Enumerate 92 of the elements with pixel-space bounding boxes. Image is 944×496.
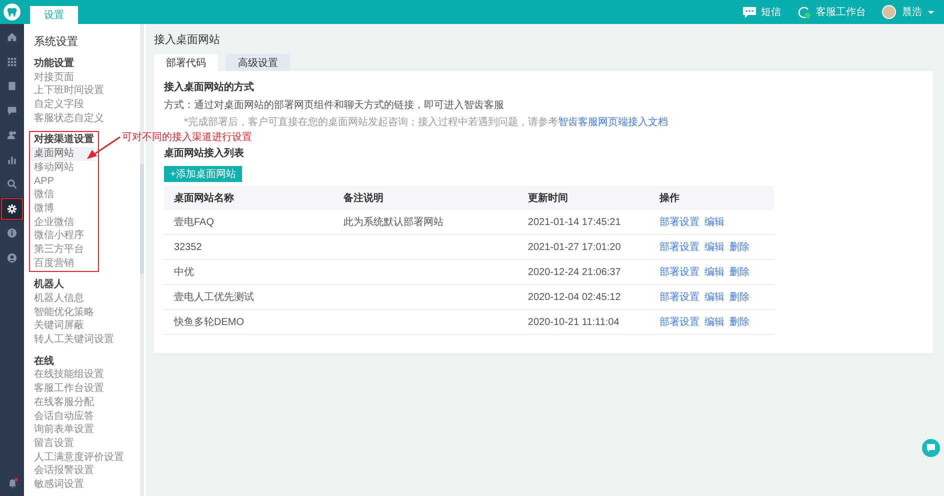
action-link[interactable]: 编辑 <box>704 265 725 279</box>
menu-item[interactable]: 桌面网站 <box>30 147 94 161</box>
bar-chart-icon <box>7 154 17 165</box>
action-link[interactable]: 部署设置 <box>660 315 700 329</box>
menu-item[interactable]: 自定义字段 <box>30 98 137 112</box>
menu-item[interactable]: 对接页面 <box>30 70 137 84</box>
group-title: 对接渠道设置 <box>32 133 94 148</box>
column-header: 操作 <box>650 186 774 210</box>
table-cell: 2020-12-24 21:06:37 <box>528 266 621 278</box>
home-icon <box>7 32 17 42</box>
menu-item[interactable]: 在线客服分配 <box>30 396 137 410</box>
menu-item[interactable]: 机器人信息 <box>30 292 137 306</box>
sidebar-title: 系统设置 <box>33 34 79 50</box>
menu-item[interactable]: 敏感词设置 <box>30 478 137 492</box>
header-link[interactable]: 短信 <box>761 5 781 19</box>
info-icon <box>7 228 17 238</box>
menu-item[interactable]: 微信小程序 <box>30 229 94 243</box>
menu-item[interactable]: 会话报警设置 <box>30 464 137 478</box>
table-cell: 2020-12-04 02:45:12 <box>528 292 621 302</box>
header-link[interactable]: 客服工作台 <box>816 5 866 19</box>
chat-icon <box>7 106 17 116</box>
action-link[interactable]: 编辑 <box>704 290 725 304</box>
nav-tab[interactable]: 设置 <box>30 6 78 24</box>
menu-item[interactable]: 微博 <box>30 202 94 216</box>
action-link[interactable]: 部署设置 <box>660 290 700 304</box>
description-text: 方式：通过对桌面网站的部署网页组件和聊天方式的链接，即可进入智齿客服 <box>164 99 505 112</box>
table-cell: 壹电FAQ <box>174 217 214 228</box>
table-cell: 2020-10-21 11:11:04 <box>528 316 620 328</box>
table-cell: 32352 <box>174 242 202 252</box>
action-link[interactable]: 删除 <box>730 290 750 304</box>
page-title: 接入桌面网站 <box>154 32 221 48</box>
table-cell: 快鱼多轮DEMO <box>174 317 244 328</box>
menu-item[interactable]: 移动网站 <box>30 160 94 174</box>
group-title: 机器人 <box>32 278 65 292</box>
group-title: 功能设置 <box>33 57 75 71</box>
menu-item[interactable]: 转人工关键词设置 <box>30 333 137 347</box>
action-link[interactable]: 编辑 <box>704 215 725 229</box>
menu-item[interactable]: 人工满意度评价设置 <box>30 450 137 464</box>
table-cell: 2021-01-14 17:45:21 <box>528 216 621 228</box>
menu-item[interactable]: 上下班时间设置 <box>30 84 137 98</box>
search-icon <box>7 179 17 190</box>
section-title: 桌面网站接入列表 <box>164 147 245 160</box>
avatar[interactable] <box>882 5 896 19</box>
note-text: *完成部署后，客户可直接在您的桌面网站发起咨询；接入过程中若遇到问题，请参考智齿客服网页端接入文档 <box>184 116 669 129</box>
table-cell: 壹电人工优先测试 <box>174 292 254 303</box>
annotation-text: 可对不同的接入渠道进行设置 <box>122 131 252 144</box>
menu-item[interactable]: 留言设置 <box>30 436 137 451</box>
scrollbar-thumb[interactable] <box>140 164 144 274</box>
column-header: 备注说明 <box>334 186 518 210</box>
action-link[interactable]: 部署设置 <box>660 265 700 279</box>
menu-item[interactable]: 微信 <box>30 188 94 202</box>
caret-icon[interactable] <box>928 10 934 14</box>
settings-icon <box>7 204 17 214</box>
table-cell: 2021-01-27 17:01:20 <box>528 242 621 252</box>
tooth-logo-icon <box>3 3 21 21</box>
add-website-button[interactable]: +添加桌面网站 <box>164 166 242 182</box>
menu-item[interactable]: 第三方平台 <box>30 242 94 257</box>
section-title: 接入桌面网站的方式 <box>164 81 255 94</box>
action-link[interactable]: 部署设置 <box>660 215 700 229</box>
chat-bubble-icon[interactable] <box>922 439 940 457</box>
document-icon <box>7 81 17 92</box>
action-link[interactable]: 部署设置 <box>660 240 700 254</box>
action-link[interactable]: 编辑 <box>704 315 725 329</box>
tab[interactable]: 部署代码 <box>154 54 218 71</box>
menu-item[interactable]: 询前表单设置 <box>30 423 137 437</box>
menu-item[interactable]: APP <box>30 174 94 188</box>
menu-item[interactable]: 会话自动应答 <box>30 410 137 424</box>
action-link[interactable]: 编辑 <box>704 240 725 254</box>
menu-item[interactable]: 客服状态自定义 <box>30 112 137 126</box>
menu-item[interactable]: 智能优化策略 <box>30 306 137 320</box>
action-link[interactable]: 删除 <box>730 240 750 254</box>
bell-icon[interactable] <box>6 478 18 488</box>
action-link[interactable]: 删除 <box>730 315 750 329</box>
chat-icon[interactable] <box>743 6 756 18</box>
action-link[interactable]: 删除 <box>730 265 750 279</box>
column-header: 更新时间 <box>518 186 650 210</box>
menu-item[interactable]: 企业微信 <box>30 216 94 230</box>
menu-item[interactable]: 关键词屏蔽 <box>30 319 137 334</box>
users-icon <box>7 130 17 140</box>
tab[interactable]: 高级设置 <box>226 54 290 71</box>
table-cell: 此为系统默认部署网站 <box>344 217 444 228</box>
table-cell: 中优 <box>174 267 194 278</box>
doc-link[interactable]: 智齿客服网页端接入文档 <box>558 117 668 128</box>
grid-icon <box>7 56 17 67</box>
column-header: 桌面网站名称 <box>164 186 334 210</box>
user-icon <box>7 252 17 263</box>
menu-item[interactable]: 在线技能组设置 <box>30 368 137 382</box>
menu-item[interactable]: 百度营销 <box>30 256 94 270</box>
headset-icon[interactable] <box>797 6 811 18</box>
user-name[interactable]: 晨浩 <box>902 5 922 19</box>
group-title: 在线 <box>32 354 55 368</box>
menu-item[interactable]: 客服工作台设置 <box>30 382 137 396</box>
